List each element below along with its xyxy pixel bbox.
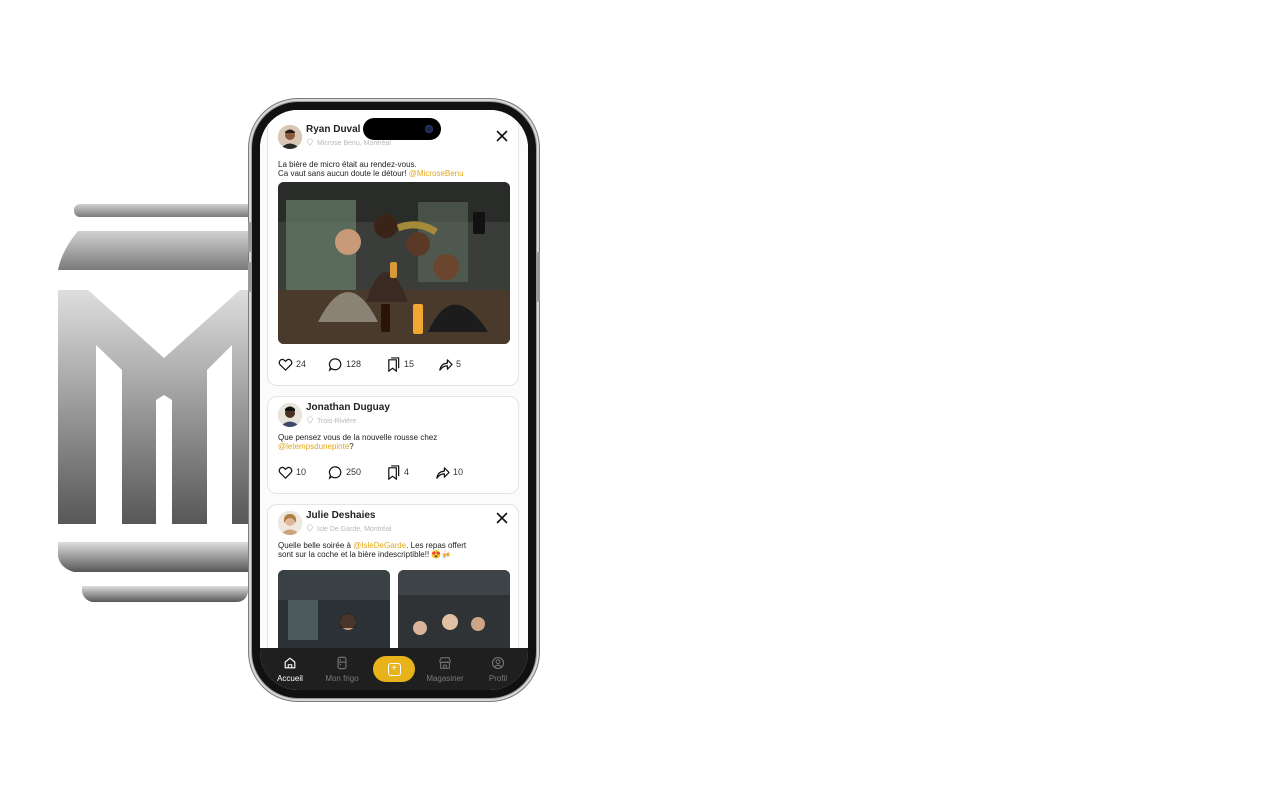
- tab-home[interactable]: Accueil: [265, 656, 315, 686]
- mention-link[interactable]: @letempsdunepinte: [278, 442, 349, 451]
- brand-logo: [58, 204, 264, 602]
- post-header: Jonathan Duguay Trois-Rivière: [278, 401, 508, 431]
- add-post-button[interactable]: +: [373, 656, 415, 682]
- mention-link[interactable]: @IsleDeGarde: [353, 541, 406, 550]
- share-button[interactable]: 10: [435, 464, 463, 480]
- post-header: Julie Deshaies Isle De Garde, Montréal: [278, 509, 508, 539]
- heart-icon: [278, 358, 293, 371]
- tab-fridge[interactable]: Mon frigo: [317, 656, 367, 686]
- post-text: Que pensez vous de la nouvelle rousse ch…: [278, 433, 438, 451]
- post-photo[interactable]: [278, 182, 510, 344]
- tab-label: Profil: [488, 674, 508, 683]
- store-icon: [439, 657, 451, 669]
- avatar[interactable]: [278, 403, 302, 427]
- close-icon[interactable]: [496, 512, 508, 524]
- power-button: [537, 252, 540, 302]
- home-icon: [284, 657, 296, 669]
- post-text: Quelle belle soirée à @IsleDeGarde. Les …: [278, 541, 467, 559]
- mention-link[interactable]: @MicroseBenu: [409, 169, 464, 178]
- feed[interactable]: Ryan Duval Microse Benu, Montréal La biè…: [260, 110, 528, 654]
- dynamic-island: [363, 118, 441, 140]
- like-button[interactable]: 10: [278, 464, 306, 480]
- save-button[interactable]: 15: [386, 356, 414, 372]
- post-photo[interactable]: [398, 570, 510, 654]
- heart-icon: [278, 466, 293, 479]
- volume-button: [248, 262, 251, 292]
- bookmark-icon: [388, 464, 400, 480]
- avatar[interactable]: [278, 125, 302, 149]
- tab-label: Accueil: [277, 674, 303, 683]
- like-button[interactable]: 24: [278, 356, 306, 372]
- share-button[interactable]: 5: [438, 356, 461, 372]
- volume-button: [248, 222, 251, 252]
- bottom-tab-bar: Accueil Mon frigo + Magasiner Profil: [260, 648, 528, 690]
- tab-label: Magasiner: [426, 674, 464, 683]
- close-icon[interactable]: [496, 130, 508, 142]
- post-actions: 24 128 15 5: [278, 356, 510, 372]
- location-pin-icon: [307, 138, 313, 146]
- fridge-icon: [337, 656, 347, 670]
- location-pin-icon: [307, 416, 313, 424]
- post-location: Trois-Rivière: [306, 416, 356, 425]
- post-photo[interactable]: [278, 570, 390, 654]
- save-button[interactable]: 4: [386, 464, 409, 480]
- post-card: Julie Deshaies Isle De Garde, Montréal Q…: [267, 504, 519, 654]
- comment-button[interactable]: 128: [328, 356, 361, 372]
- share-icon: [436, 466, 450, 479]
- comment-icon: [328, 357, 342, 372]
- plus-square-icon: +: [387, 662, 401, 676]
- phone-frame: Ryan Duval Microse Benu, Montréal La biè…: [248, 102, 540, 698]
- share-icon: [439, 358, 453, 371]
- location-pin-icon: [307, 524, 313, 532]
- avatar[interactable]: [278, 511, 302, 535]
- tab-profile[interactable]: Profil: [473, 656, 523, 686]
- tab-store[interactable]: Magasiner: [420, 656, 470, 686]
- post-actions: 10 250 4 10: [278, 464, 510, 480]
- post-card: Ryan Duval Microse Benu, Montréal La biè…: [267, 110, 519, 386]
- comment-icon: [328, 465, 342, 480]
- bookmark-icon: [388, 356, 400, 372]
- author-name[interactable]: Ryan Duval: [306, 124, 360, 135]
- author-name[interactable]: Jonathan Duguay: [306, 402, 390, 413]
- post-text: La bière de micro était au rendez-vous. …: [278, 160, 464, 178]
- tab-label: Mon frigo: [325, 674, 359, 683]
- author-name[interactable]: Julie Deshaies: [306, 510, 375, 521]
- comment-button[interactable]: 250: [328, 464, 361, 480]
- profile-icon: [491, 656, 505, 670]
- phone-screen: Ryan Duval Microse Benu, Montréal La biè…: [260, 110, 528, 690]
- post-card: Jonathan Duguay Trois-Rivière Que pensez…: [267, 396, 519, 494]
- post-location: Isle De Garde, Montréal: [306, 524, 391, 533]
